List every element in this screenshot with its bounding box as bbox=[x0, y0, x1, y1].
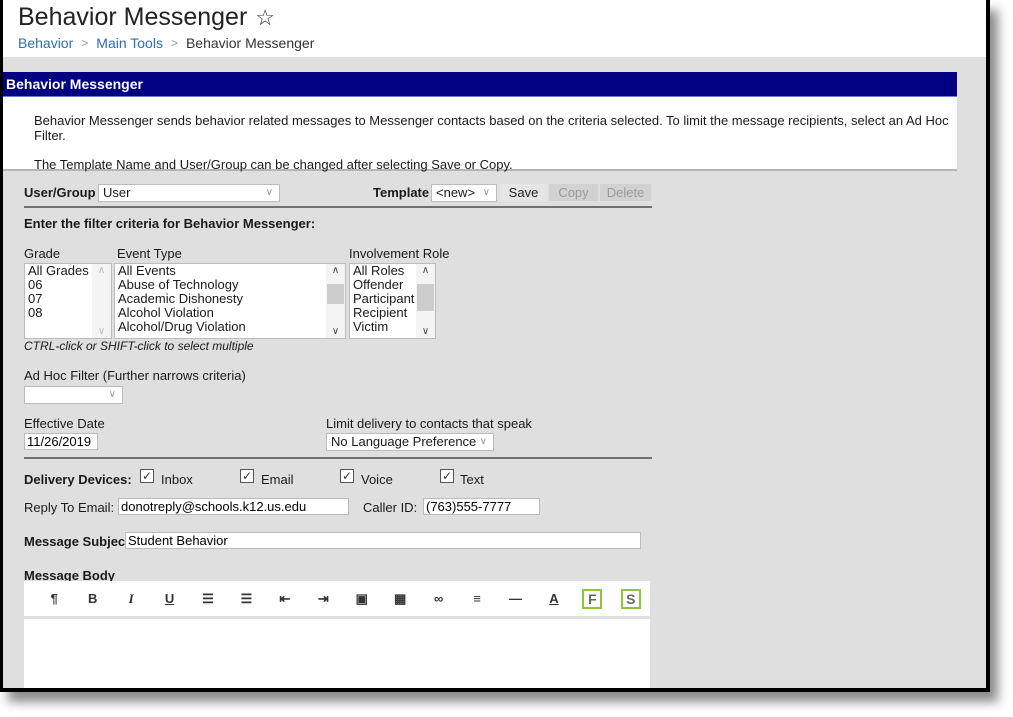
event-type-scrollbar[interactable]: ∧ ∨ bbox=[326, 264, 345, 338]
divider bbox=[24, 206, 652, 208]
involvement-role-listbox[interactable]: All Roles Offender Participant Recipient… bbox=[349, 263, 436, 339]
main-content: Behavior Messenger Behavior Messenger se… bbox=[3, 72, 957, 688]
caller-id-input[interactable] bbox=[423, 498, 540, 515]
filter-heading: Enter the filter criteria for Behavior M… bbox=[24, 216, 316, 231]
text-checkbox[interactable]: ✓ bbox=[440, 469, 454, 483]
breadcrumb: Behavior > Main Tools > Behavior Messeng… bbox=[18, 35, 314, 51]
chevron-down-icon: ∨ bbox=[482, 187, 490, 198]
grade-scrollbar[interactable]: ∧ ∨ bbox=[92, 264, 111, 338]
chevron-down-icon[interactable]: ∨ bbox=[92, 326, 111, 337]
italic-icon[interactable]: I bbox=[112, 588, 150, 610]
breadcrumb-main-tools[interactable]: Main Tools bbox=[96, 35, 163, 51]
grade-label: Grade bbox=[24, 246, 61, 261]
event-type-option[interactable]: Academic Dishonesty bbox=[115, 292, 345, 306]
sub-report-icon: S bbox=[620, 588, 641, 609]
intro-text-1: Behavior Messenger sends behavior relate… bbox=[34, 113, 949, 143]
chevron-down-icon: ∨ bbox=[108, 389, 116, 400]
text-label: Text bbox=[460, 472, 484, 487]
page-title-text: Behavior Messenger bbox=[18, 3, 248, 31]
effective-date-input[interactable] bbox=[24, 433, 98, 450]
event-type-label: Event Type bbox=[117, 246, 182, 261]
breadcrumb-current: Behavior Messenger bbox=[185, 35, 315, 51]
email-checkbox[interactable]: ✓ bbox=[240, 469, 254, 483]
user-group-select[interactable]: User ∨ bbox=[98, 184, 280, 202]
divider bbox=[24, 457, 652, 459]
chevron-down-icon[interactable]: ∨ bbox=[416, 326, 435, 337]
paragraph-icon[interactable]: ¶ bbox=[35, 588, 73, 610]
align-icon[interactable]: ≡ bbox=[458, 588, 496, 610]
language-value: No Language Preference bbox=[331, 434, 477, 449]
scroll-thumb[interactable] bbox=[327, 284, 344, 304]
bold-icon[interactable]: B bbox=[73, 588, 111, 610]
copy-button[interactable]: Copy bbox=[549, 184, 598, 201]
chevron-right-icon: > bbox=[170, 36, 178, 50]
delete-button[interactable]: Delete bbox=[600, 184, 651, 201]
event-type-option[interactable]: Abuse of Technology bbox=[115, 278, 345, 292]
voice-checkbox[interactable]: ✓ bbox=[340, 469, 354, 483]
inbox-label: Inbox bbox=[161, 472, 193, 487]
template-select[interactable]: <new> ∨ bbox=[431, 184, 497, 202]
language-select[interactable]: No Language Preference ∨ bbox=[326, 433, 494, 451]
star-icon[interactable]: ☆ bbox=[255, 6, 275, 29]
event-type-option[interactable]: All Events bbox=[115, 264, 345, 278]
underline-icon[interactable]: U bbox=[150, 588, 188, 610]
breadcrumb-behavior[interactable]: Behavior bbox=[18, 35, 73, 51]
multi-select-hint: CTRL-click or SHIFT-click to select mult… bbox=[24, 339, 254, 353]
user-group-value: User bbox=[103, 185, 131, 200]
delivery-devices-label: Delivery Devices: bbox=[24, 472, 132, 487]
panel-title: Behavior Messenger bbox=[3, 72, 957, 97]
chevron-down-icon: ∨ bbox=[479, 436, 487, 447]
app-window: Behavior Messenger ☆ Behavior > Main Too… bbox=[0, 0, 990, 692]
event-type-option[interactable]: Alcohol Violation bbox=[115, 306, 345, 320]
page-title: Behavior Messenger ☆ bbox=[18, 3, 275, 32]
involvement-role-label: Involvement Role bbox=[349, 246, 450, 261]
voice-label: Voice bbox=[361, 472, 393, 487]
event-type-listbox[interactable]: All Events Abuse of Technology Academic … bbox=[114, 263, 346, 339]
ad-hoc-select[interactable]: ∨ bbox=[24, 386, 123, 404]
table-icon[interactable]: ▦ bbox=[381, 588, 419, 610]
save-button[interactable]: Save bbox=[500, 184, 547, 201]
user-group-label: User/Group bbox=[24, 185, 96, 200]
chevron-right-icon: > bbox=[81, 36, 89, 50]
intro-section: Behavior Messenger sends behavior relate… bbox=[3, 97, 957, 172]
field-insert-button[interactable]: F bbox=[573, 588, 611, 610]
chevron-up-icon[interactable]: ∧ bbox=[416, 265, 435, 276]
message-body-editor[interactable] bbox=[24, 619, 650, 688]
scroll-thumb[interactable] bbox=[417, 284, 434, 311]
outdent-icon[interactable]: ⇤ bbox=[266, 588, 304, 610]
effective-date-label: Effective Date bbox=[24, 416, 105, 431]
numbered-list-icon[interactable]: ☰ bbox=[227, 588, 265, 610]
chevron-up-icon[interactable]: ∧ bbox=[92, 265, 111, 276]
page-header: Behavior Messenger ☆ Behavior > Main Too… bbox=[3, 0, 986, 57]
template-value: <new> bbox=[436, 185, 476, 200]
subject-input[interactable] bbox=[125, 532, 641, 549]
language-label: Limit delivery to contacts that speak bbox=[326, 416, 532, 431]
sub-report-button[interactable]: S bbox=[612, 588, 650, 610]
grade-listbox[interactable]: All Grades 06 07 08 ∧ ∨ bbox=[24, 263, 112, 339]
email-label: Email bbox=[261, 472, 294, 487]
caller-id-label: Caller ID: bbox=[363, 500, 418, 515]
template-label: Template bbox=[373, 185, 430, 200]
messenger-form: User/Group User ∨ Template <new> ∨ Save … bbox=[3, 171, 957, 688]
horizontal-rule-icon[interactable]: — bbox=[496, 588, 534, 610]
font-color-icon[interactable]: A bbox=[535, 588, 573, 610]
chevron-down-icon[interactable]: ∨ bbox=[326, 326, 345, 337]
indent-icon[interactable]: ⇥ bbox=[304, 588, 342, 610]
inbox-checkbox[interactable]: ✓ bbox=[140, 469, 154, 483]
event-type-option[interactable]: Alcohol/Drug Violation bbox=[115, 320, 345, 334]
chevron-down-icon: ∨ bbox=[265, 187, 273, 198]
bulleted-list-icon[interactable]: ☰ bbox=[189, 588, 227, 610]
field-insert-icon: F bbox=[582, 588, 603, 609]
intro-text-2: The Template Name and User/Group can be … bbox=[34, 157, 513, 172]
chevron-up-icon[interactable]: ∧ bbox=[326, 265, 345, 276]
link-icon[interactable]: ∞ bbox=[419, 588, 457, 610]
reply-to-label: Reply To Email: bbox=[24, 500, 115, 515]
editor-toolbar: ¶ B I U ☰ ☰ ⇤ ⇥ ▣ ▦ ∞ ≡ — A F S bbox=[24, 581, 650, 618]
reply-to-input[interactable] bbox=[118, 498, 349, 515]
involvement-role-scrollbar[interactable]: ∧ ∨ bbox=[416, 264, 435, 338]
ad-hoc-label: Ad Hoc Filter (Further narrows criteria) bbox=[24, 368, 246, 383]
image-icon[interactable]: ▣ bbox=[343, 588, 381, 610]
subject-label: Message Subject bbox=[24, 534, 130, 549]
